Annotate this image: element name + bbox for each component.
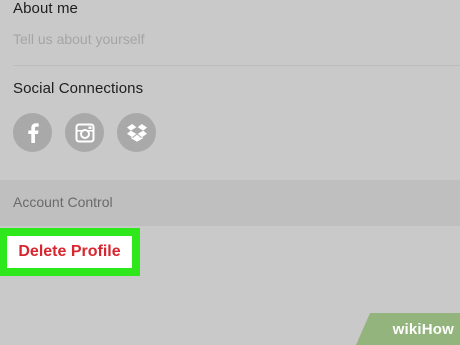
facebook-icon	[27, 122, 39, 143]
social-connections-heading: Social Connections	[13, 80, 144, 97]
dropbox-button[interactable]	[117, 113, 156, 152]
highlight-box: Delete Profile	[0, 228, 140, 276]
delete-profile-button[interactable]: Delete Profile	[7, 236, 132, 268]
facebook-button[interactable]	[13, 113, 52, 152]
watermark-text: wikiHow	[392, 321, 454, 338]
delete-profile-label: Delete Profile	[18, 243, 121, 260]
about-me-heading: About me	[13, 0, 79, 17]
wikihow-watermark: wikiHow	[356, 313, 460, 345]
account-control-header: Account Control	[0, 180, 460, 226]
divider	[13, 65, 460, 66]
about-me-input[interactable]: Tell us about yourself	[13, 31, 145, 47]
instagram-button[interactable]	[65, 113, 104, 152]
profile-settings-screen: About me Tell us about yourself Social C…	[0, 0, 460, 345]
account-control-label: Account Control	[13, 194, 113, 210]
social-connections-row	[13, 113, 156, 152]
instagram-icon	[75, 123, 95, 143]
dropbox-icon	[126, 123, 148, 143]
